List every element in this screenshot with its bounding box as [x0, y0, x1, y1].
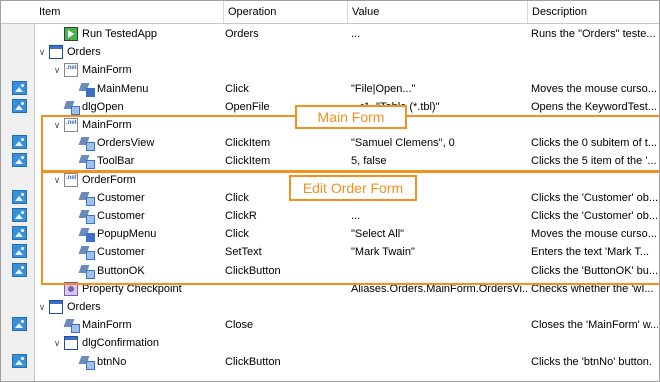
item-label: dlgOpen	[82, 100, 124, 113]
item-label: dlgConfirmation	[82, 337, 160, 350]
edit-order-form-callout: Edit Order Form	[289, 175, 417, 201]
description-cell: Moves the mouse curso...	[531, 82, 657, 95]
expand-toggle-icon[interactable]: ∨	[52, 61, 62, 79]
value-cell	[351, 353, 527, 371]
item-label: btnNo	[97, 355, 127, 368]
item-label: Orders	[67, 46, 101, 59]
table-row[interactable]: ∨ dlgConfirmation	[1, 334, 659, 352]
value-cell	[351, 43, 527, 61]
operation-cell	[225, 298, 347, 316]
run-icon	[64, 27, 78, 41]
table-row[interactable]: ∨ Orders	[1, 43, 659, 61]
value-cell	[351, 61, 527, 79]
column-header-value[interactable]: Value	[347, 1, 527, 23]
item-label: MainMenu	[97, 82, 149, 95]
description-cell: Closes the 'MainForm' w...	[531, 319, 658, 332]
expand-toggle-icon[interactable]: ∨	[37, 43, 47, 61]
table-row[interactable]: Run TestedApp Orders... Runs the "Orders" …	[1, 25, 659, 43]
operation-cell: Click	[225, 82, 249, 95]
table-row[interactable]: MainForm Close Closes the 'MainForm' w...	[1, 316, 659, 334]
item-label: Orders	[67, 301, 101, 313]
table-row[interactable]: MainMenu Click "File|Open..." Moves the mou…	[1, 80, 659, 98]
action-icon	[64, 318, 80, 334]
value-cell	[351, 334, 527, 352]
operation-cell: Close	[225, 319, 254, 332]
table-row[interactable]: ∨ Orders	[1, 298, 659, 316]
value-cell: ...	[351, 28, 361, 40]
operation-cell	[225, 61, 347, 79]
screenshot-thumbnail-icon[interactable]	[12, 98, 27, 113]
description-cell: Clicks the 'btnNo' button.	[531, 355, 652, 368]
description-cell	[531, 298, 658, 316]
screenshot-thumbnail-icon[interactable]	[12, 135, 27, 150]
item-label: MainForm	[82, 64, 132, 77]
column-header-description[interactable]: Description	[527, 1, 659, 23]
item-label: Run TestedApp	[82, 28, 158, 40]
screenshot-thumbnail-icon[interactable]	[12, 80, 27, 95]
window-icon	[49, 45, 63, 60]
operation-cell: ClickButton	[225, 355, 281, 368]
expand-toggle-icon[interactable]: ∨	[37, 298, 47, 316]
value-cell	[351, 316, 527, 334]
screenshot-thumbnail-icon[interactable]	[12, 226, 27, 241]
screenshot-thumbnail-icon[interactable]	[12, 189, 27, 204]
screenshot-thumbnail-icon[interactable]	[12, 208, 27, 222]
table-row[interactable]: btnNo ClickButton Clicks the 'btnNo' butto…	[1, 353, 659, 371]
screenshot-thumbnail-icon[interactable]	[12, 262, 27, 277]
action-icon	[64, 100, 80, 115]
operation-cell	[225, 43, 347, 61]
table-row[interactable]: ∨ .net MainForm	[1, 61, 659, 79]
expand-toggle-icon[interactable]: ∨	[52, 334, 62, 352]
screenshot-thumbnail-icon[interactable]	[12, 317, 27, 332]
column-header-item[interactable]: Item	[35, 1, 223, 23]
column-header-row: Item Operation Value Description	[1, 1, 659, 24]
window-icon	[64, 336, 78, 351]
window-icon	[49, 300, 63, 314]
description-cell	[531, 43, 658, 61]
description-cell	[531, 61, 658, 79]
value-cell	[351, 298, 527, 316]
net-form-icon: .net	[64, 63, 78, 78]
description-cell: Runs the "Orders" teste...	[531, 28, 656, 40]
screenshot-thumbnail-icon[interactable]	[12, 244, 27, 259]
item-label: MainForm	[82, 319, 132, 332]
action-icon	[79, 355, 95, 370]
description-cell: Opens the KeywordTest...	[531, 100, 657, 113]
main-form-callout: Main Form	[295, 105, 407, 129]
menu-action-icon	[79, 82, 95, 97]
column-header-operation[interactable]: Operation	[223, 1, 347, 23]
keyword-test-grid: Item Operation Value Description Run Tes…	[0, 0, 660, 382]
value-cell: "File|Open..."	[351, 82, 416, 95]
screenshot-thumbnail-icon[interactable]	[12, 353, 27, 368]
screenshot-thumbnail-icon[interactable]	[12, 153, 27, 168]
operation-cell: Orders	[225, 28, 259, 40]
operation-cell	[225, 334, 347, 352]
description-cell	[531, 334, 658, 352]
